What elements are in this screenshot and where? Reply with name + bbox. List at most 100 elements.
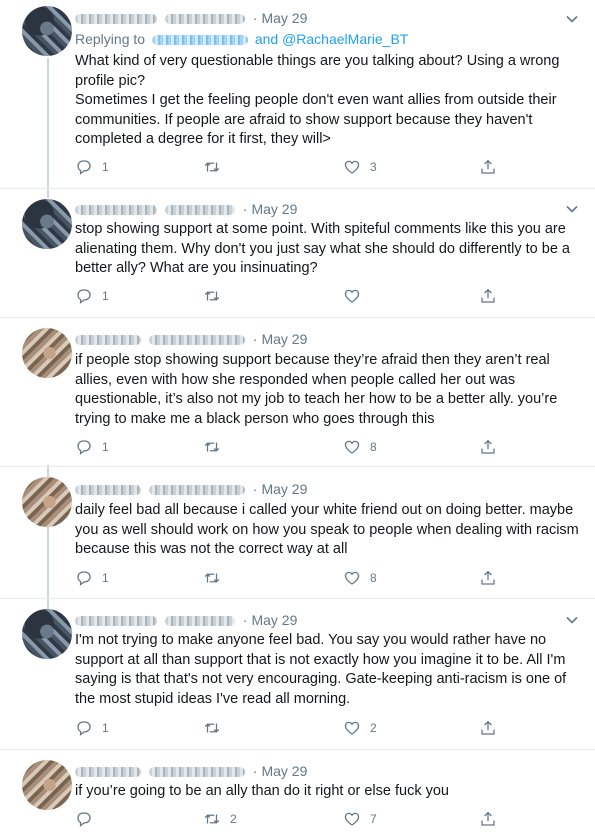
separator: · bbox=[242, 201, 248, 217]
tweet[interactable]: · May 29 if people stop showing support b… bbox=[0, 318, 595, 467]
share-icon bbox=[481, 288, 495, 303]
reply-icon bbox=[77, 160, 91, 175]
retweet-icon bbox=[204, 573, 220, 583]
blurred-display-name bbox=[75, 767, 141, 778]
avatar[interactable] bbox=[22, 760, 72, 810]
tweet-header: · May 29 bbox=[75, 10, 307, 26]
like-button[interactable]: 3 bbox=[343, 158, 377, 176]
blurred-username bbox=[148, 335, 245, 346]
tweet[interactable]: · May 29 if you’re going to be an ally th… bbox=[0, 750, 595, 840]
reply-count: 1 bbox=[102, 571, 109, 585]
share-button[interactable] bbox=[479, 569, 497, 587]
share-button[interactable] bbox=[479, 287, 497, 305]
retweet-button[interactable] bbox=[203, 719, 230, 737]
separator: · bbox=[242, 612, 248, 628]
heart-icon bbox=[344, 440, 360, 454]
reply-count: 1 bbox=[102, 289, 109, 303]
reply-icon bbox=[77, 440, 91, 455]
reply-button[interactable]: 1 bbox=[75, 287, 109, 305]
avatar[interactable] bbox=[22, 609, 72, 659]
tweet-actions: 2 7 bbox=[75, 810, 505, 832]
blurred-username bbox=[148, 485, 245, 496]
reply-button[interactable]: 1 bbox=[75, 719, 109, 737]
tweet-text: if people stop showing support because t… bbox=[75, 352, 558, 427]
tweet-header: · May 29 bbox=[75, 763, 307, 779]
tweet-date[interactable]: May 29 bbox=[261, 331, 307, 347]
tweet-text: I'm not trying to make anyone feel bad. … bbox=[75, 632, 567, 707]
retweet-button[interactable] bbox=[203, 569, 230, 587]
reply-button[interactable]: 1 bbox=[75, 569, 109, 587]
chevron-down-icon[interactable] bbox=[565, 202, 579, 216]
retweet-count: 2 bbox=[230, 812, 237, 826]
tweet[interactable]: · May 29 stop showing support at some poi… bbox=[0, 189, 595, 318]
blurred-username bbox=[164, 616, 235, 627]
retweet-icon bbox=[204, 723, 220, 733]
separator: · bbox=[252, 481, 258, 497]
heart-icon bbox=[344, 289, 360, 303]
tweet-text: stop showing support at some point. With… bbox=[75, 221, 570, 276]
tweet-date[interactable]: May 29 bbox=[261, 763, 307, 779]
share-button[interactable] bbox=[479, 810, 497, 828]
like-count: 8 bbox=[370, 440, 377, 454]
separator: · bbox=[252, 10, 258, 26]
retweet-icon bbox=[204, 291, 220, 301]
separator: · bbox=[252, 331, 258, 347]
share-icon bbox=[481, 570, 495, 585]
share-button[interactable] bbox=[479, 719, 497, 737]
tweet[interactable]: · May 29 Replying to and @RachaelMarie_BT… bbox=[0, 0, 595, 189]
tweet-actions: 1 bbox=[75, 287, 505, 309]
blurred-mention[interactable] bbox=[151, 35, 248, 46]
like-count: 7 bbox=[370, 812, 377, 826]
heart-icon bbox=[344, 812, 360, 826]
like-button[interactable]: 8 bbox=[343, 438, 377, 456]
reply-icon bbox=[77, 721, 91, 736]
replying-to: Replying to and @RachaelMarie_BT bbox=[75, 31, 408, 47]
avatar[interactable] bbox=[22, 199, 72, 249]
avatar[interactable] bbox=[22, 328, 72, 378]
heart-icon bbox=[344, 721, 360, 735]
retweet-button[interactable] bbox=[203, 287, 230, 305]
separator: · bbox=[252, 763, 258, 779]
tweet-date[interactable]: May 29 bbox=[251, 201, 297, 217]
tweet-date[interactable]: May 29 bbox=[251, 612, 297, 628]
tweet-date[interactable]: May 29 bbox=[261, 10, 307, 26]
reply-count: 1 bbox=[102, 440, 109, 454]
retweet-button[interactable] bbox=[203, 438, 230, 456]
retweet-button[interactable] bbox=[203, 158, 230, 176]
chevron-down-icon[interactable] bbox=[565, 12, 579, 26]
tweet-text: if you’re going to be an ally than do it… bbox=[75, 783, 449, 799]
like-button[interactable]: 2 bbox=[343, 719, 377, 737]
tweet-header: · May 29 bbox=[75, 331, 307, 347]
share-icon bbox=[481, 811, 495, 826]
like-button[interactable]: 8 bbox=[343, 569, 377, 587]
like-button[interactable]: 7 bbox=[343, 810, 377, 828]
reply-icon bbox=[77, 812, 91, 827]
like-button[interactable] bbox=[343, 287, 370, 305]
share-button[interactable] bbox=[479, 158, 497, 176]
mention-link[interactable]: and @RachaelMarie_BT bbox=[255, 31, 409, 47]
reply-count: 1 bbox=[102, 721, 109, 735]
tweet[interactable]: · May 29 I'm not trying to make anyone fe… bbox=[0, 599, 595, 750]
reply-count: 1 bbox=[102, 160, 109, 174]
chevron-down-icon[interactable] bbox=[565, 613, 579, 627]
reply-button[interactable] bbox=[75, 810, 102, 828]
tweet-date[interactable]: May 29 bbox=[261, 481, 307, 497]
blurred-username bbox=[164, 205, 235, 216]
like-count: 8 bbox=[370, 571, 377, 585]
tweet[interactable]: · May 29 daily feel bad all because i cal… bbox=[0, 467, 595, 599]
reply-button[interactable]: 1 bbox=[75, 158, 109, 176]
avatar[interactable] bbox=[22, 477, 72, 527]
reply-icon bbox=[77, 571, 91, 586]
avatar[interactable] bbox=[22, 6, 72, 56]
retweet-button[interactable]: 2 bbox=[203, 810, 237, 828]
tweet-header: · May 29 bbox=[75, 201, 297, 217]
blurred-username bbox=[148, 767, 245, 778]
tweet-header: · May 29 bbox=[75, 612, 297, 628]
reply-button[interactable]: 1 bbox=[75, 438, 109, 456]
blurred-display-name bbox=[75, 616, 157, 627]
blurred-display-name bbox=[75, 14, 157, 25]
share-button[interactable] bbox=[479, 438, 497, 456]
share-icon bbox=[481, 159, 495, 174]
tweet-header: · May 29 bbox=[75, 481, 307, 497]
retweet-icon bbox=[204, 442, 220, 452]
